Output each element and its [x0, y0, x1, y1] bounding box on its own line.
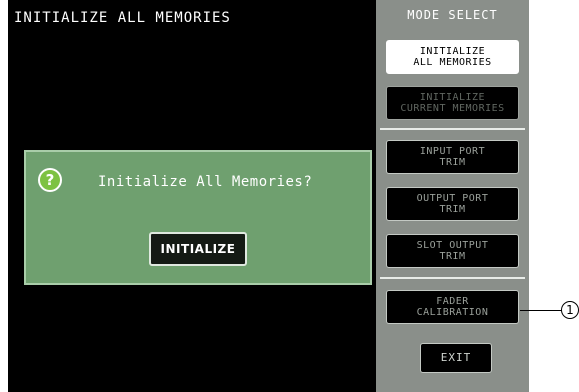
initialize-all-memories-button[interactable]: INITIALIZE ALL MEMORIES: [386, 40, 519, 74]
initialize-current-memories-button[interactable]: INITIALIZE CURRENT MEMORIES: [386, 86, 519, 120]
callout-number-1: 1: [561, 301, 579, 319]
callout-leader-line: [520, 310, 562, 311]
slot-output-trim-button[interactable]: SLOT OUTPUT TRIM: [386, 234, 519, 268]
panel-divider: [380, 277, 525, 279]
mode-select-header: MODE SELECT: [407, 8, 498, 22]
dialog-message: Initialize All Memories?: [98, 174, 313, 190]
page-title: INITIALIZE ALL MEMORIES: [14, 10, 231, 26]
panel-divider: [380, 128, 525, 130]
exit-button[interactable]: EXIT: [420, 343, 492, 373]
question-mark-icon: ?: [38, 168, 62, 192]
output-port-trim-button[interactable]: OUTPUT PORT TRIM: [386, 187, 519, 221]
display-screen: INITIALIZE ALL MEMORIES ? Initialize All…: [8, 0, 529, 392]
initialize-button[interactable]: INITIALIZE: [149, 232, 247, 266]
confirm-dialog: ? Initialize All Memories? INITIALIZE: [24, 150, 372, 285]
input-port-trim-button[interactable]: INPUT PORT TRIM: [386, 140, 519, 174]
mode-select-panel: MODE SELECT INITIALIZE ALL MEMORIES INIT…: [376, 0, 529, 392]
fader-calibration-button[interactable]: FADER CALIBRATION: [386, 290, 519, 324]
